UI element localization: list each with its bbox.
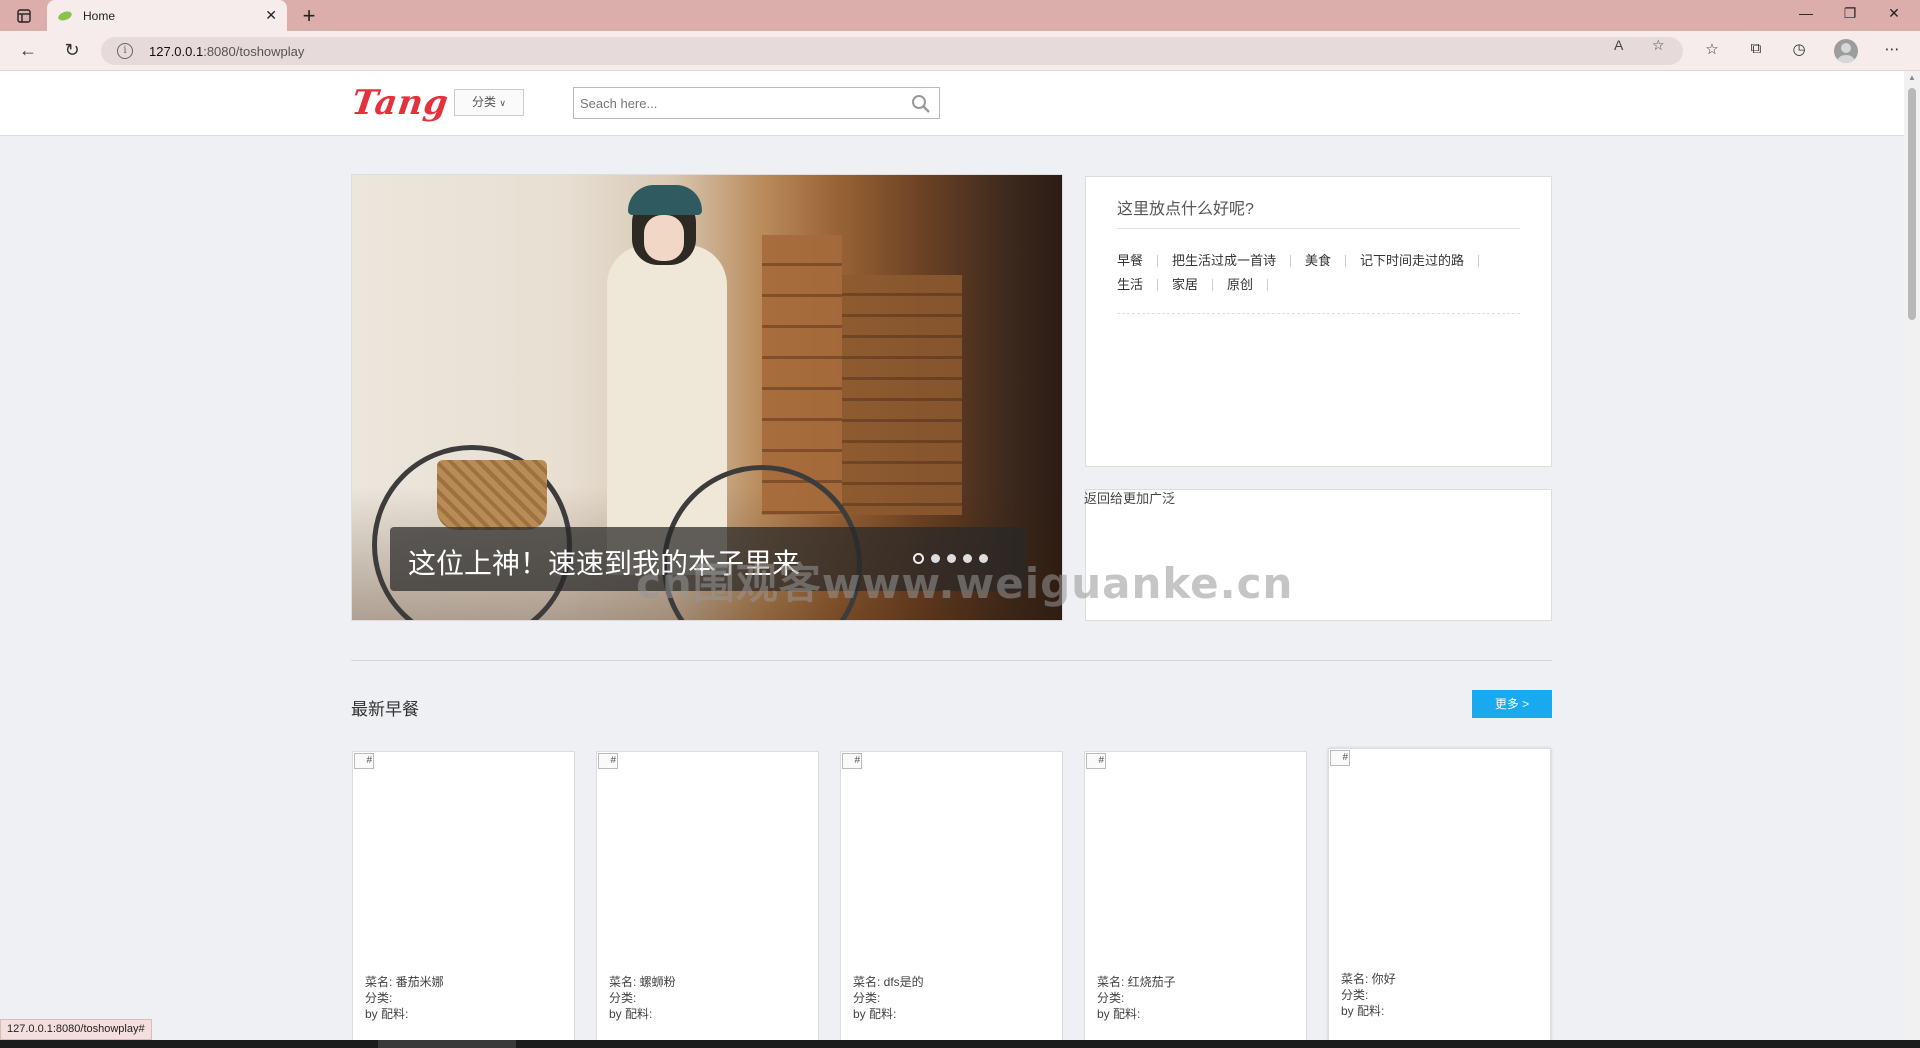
dashed-divider — [1117, 313, 1520, 314]
tag-link[interactable]: 美食 — [1305, 254, 1347, 267]
recipe-category: 分类: — [1341, 988, 1369, 1002]
recipe-ingredients: by 配料: — [365, 1007, 409, 1021]
tags-panel: 这里放点什么好呢? 早餐 把生活过成一首诗 美食 记下时间走过的路 生活 家居 原创 — [1085, 176, 1552, 467]
browser-tab-home[interactable]: Home ✕ — [47, 0, 287, 31]
search-icon[interactable] — [911, 94, 931, 114]
tab-title: Home — [83, 8, 116, 23]
category-dropdown[interactable]: 分类 ∨ — [454, 89, 524, 116]
tag-link[interactable]: 原创 — [1227, 278, 1269, 291]
new-tab-icon[interactable]: + — [295, 3, 323, 29]
recipe-name: 菜名: dfs是的 — [853, 975, 924, 989]
minimize-icon[interactable]: — — [1786, 5, 1826, 21]
broken-image-icon: # — [598, 753, 618, 769]
recipe-category: 分类: — [365, 991, 393, 1005]
read-aloud-icon[interactable]: A — [1614, 37, 1623, 53]
favorite-star-icon[interactable]: ☆ — [1652, 37, 1665, 54]
tags-panel-title: 这里放点什么好呢? — [1117, 201, 1254, 218]
broken-image-icon: # — [354, 753, 374, 769]
divider — [1117, 228, 1520, 229]
recipe-card[interactable]: # 菜名: 螺蛳粉 分类: by 配料: — [596, 751, 819, 1040]
site-logo[interactable]: Tang — [349, 83, 451, 123]
site-header: Tang 分类 ∨ — [0, 71, 1904, 136]
recipe-card[interactable]: # 菜名: dfs是的 分类: by 配料: — [840, 751, 1063, 1040]
favorites-icon[interactable]: ☆ — [1700, 40, 1724, 62]
tag-list: 早餐 把生活过成一首诗 美食 记下时间走过的路 生活 家居 原创 — [1117, 249, 1527, 297]
section-title: 最新早餐 — [351, 700, 419, 719]
url-path: :8080/toshowplay — [203, 43, 305, 59]
search-box — [573, 87, 940, 119]
recipe-ingredients: by 配料: — [1341, 1004, 1385, 1018]
address-bar[interactable]: i 127.0.0.1:8080/toshowplay — [101, 37, 1683, 65]
category-label: 分类 — [472, 95, 497, 109]
profile-avatar-icon[interactable] — [1834, 39, 1858, 63]
url-host: 127.0.0.1 — [149, 43, 204, 59]
scrollbar-thumb[interactable] — [1908, 88, 1916, 320]
section-divider — [351, 660, 1552, 661]
recipe-card[interactable]: # 菜名: 红烧茄子 分类: by 配料: — [1084, 751, 1307, 1040]
tab-actions-icon[interactable] — [12, 6, 36, 26]
broken-image-icon: # — [1086, 753, 1106, 769]
tag-link[interactable]: 早餐 — [1117, 254, 1159, 267]
more-button[interactable]: 更多 > — [1472, 690, 1552, 718]
recipe-name: 菜名: 螺蛳粉 — [609, 975, 676, 989]
window-close-icon[interactable]: ✕ — [1874, 5, 1914, 22]
watermark: cn围观客www.weiguanke.cn — [636, 559, 1294, 608]
history-icon[interactable]: ◷ — [1787, 40, 1811, 62]
recipe-card[interactable]: # 菜名: 番茄米娜 分类: by 配料: — [352, 751, 575, 1040]
web-page: Tang 分类 ∨ 这位上神！速速到我的本子里来 — [0, 71, 1904, 1040]
browser-toolbar: ← ↻ i 127.0.0.1:8080/toshowplay A ☆ ☆ ⧉ … — [0, 31, 1920, 71]
recipe-category: 分类: — [853, 991, 881, 1005]
broken-image-icon: # — [1330, 750, 1350, 766]
site-info-icon[interactable]: i — [117, 43, 133, 59]
recipe-ingredients: by 配料: — [609, 1007, 653, 1021]
restore-icon[interactable]: ❐ — [1830, 5, 1870, 22]
scroll-up-icon[interactable]: ▲ — [1908, 73, 1916, 82]
taskbar — [0, 1040, 1920, 1048]
close-tab-icon[interactable]: ✕ — [265, 7, 277, 24]
link-status-bar: 127.0.0.1:8080/toshowplay# — [0, 1019, 152, 1040]
tag-link[interactable]: 生活 — [1117, 278, 1159, 291]
search-input[interactable] — [574, 88, 894, 118]
chevron-down-icon: ∨ — [499, 98, 506, 108]
tag-link[interactable]: 记下时间走过的路 — [1360, 254, 1480, 267]
recipe-card[interactable]: # 菜名: 你好 分类: by 配料: — [1328, 748, 1551, 1040]
recipe-name: 菜名: 番茄米娜 — [365, 975, 444, 989]
tag-link[interactable]: 把生活过成一首诗 — [1172, 254, 1292, 267]
tag-link[interactable]: 家居 — [1172, 278, 1214, 291]
leaf-favicon-icon — [58, 11, 72, 20]
recipe-category: 分类: — [609, 991, 637, 1005]
page-scrollbar[interactable]: ▲ — [1904, 71, 1920, 1040]
recipe-name: 菜名: 你好 — [1341, 972, 1396, 986]
more-menu-icon[interactable]: ⋯ — [1880, 40, 1904, 62]
recipe-ingredients: by 配料: — [1097, 1007, 1141, 1021]
broken-image-icon: # — [842, 753, 862, 769]
collections-icon[interactable]: ⧉ — [1744, 40, 1768, 62]
browser-tab-strip: Home ✕ + — ❐ ✕ — [0, 0, 1920, 31]
reload-icon[interactable]: ↻ — [60, 40, 84, 62]
back-icon[interactable]: ← — [16, 40, 40, 62]
recipe-category: 分类: — [1097, 991, 1125, 1005]
recipe-ingredients: by 配料: — [853, 1007, 897, 1021]
recipe-name: 菜名: 红烧茄子 — [1097, 975, 1176, 989]
ad-text: 返回给更加广泛 — [1084, 491, 1176, 506]
